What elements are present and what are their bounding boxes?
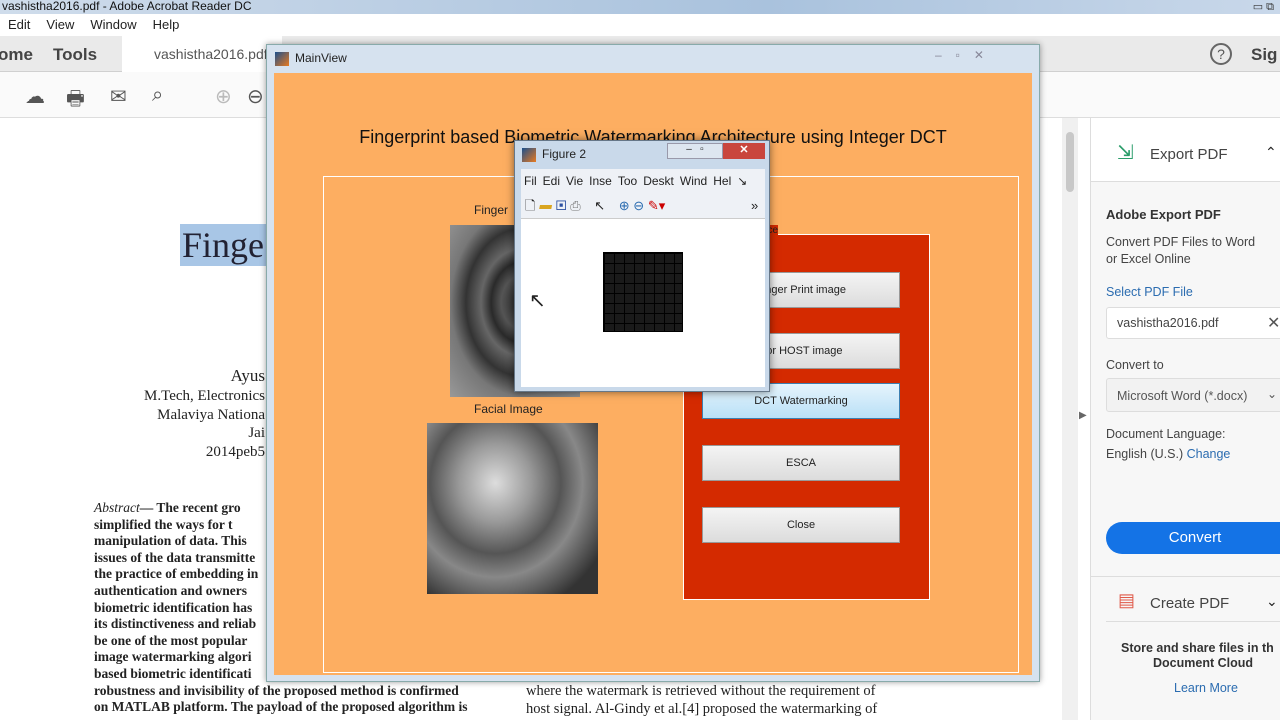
author-affil: M.Tech, Electronics <box>144 388 265 404</box>
matlab-icon <box>522 148 536 162</box>
figure-2-window: Figure 2 – ▫ ✕ Fil Edi Vie Inse Too Deskt Wind… <box>514 140 770 392</box>
page-up-icon[interactable]: ⊕ <box>215 84 232 109</box>
close-icon[interactable]: ✕ <box>1267 313 1280 333</box>
menu-view[interactable]: View <box>46 17 74 32</box>
chevron-up-icon[interactable]: ⌃ <box>1265 144 1277 161</box>
menu-bar: Edit View Window Help <box>0 14 1280 36</box>
pointer-icon[interactable]: ↖ <box>594 198 605 213</box>
zoom-in-icon[interactable]: ⊕ <box>619 198 630 213</box>
right-column-text: where the watermark is retrieved without… <box>526 682 877 718</box>
menu-overflow-icon[interactable]: ↘ <box>737 174 747 188</box>
body-line: where the watermark is retrieved without… <box>526 683 876 699</box>
esca-button[interactable]: ESCA <box>702 445 900 481</box>
abstract-line: — The recent gro <box>139 500 241 515</box>
create-pdf-title: Create PDF <box>1150 595 1230 612</box>
language-label: Document Language: <box>1106 427 1226 441</box>
format-select[interactable]: Microsoft Word (*.docx) ⌄ <box>1106 378 1280 412</box>
upload-cloud-icon[interactable]: ☁ <box>25 84 45 109</box>
menu-help[interactable]: Help <box>153 17 180 32</box>
menu-edit[interactable]: Edit <box>8 17 30 32</box>
tab-document[interactable]: vashistha2016.pdf <box>122 36 282 72</box>
export-description: or Excel Online <box>1106 252 1191 266</box>
abstract-label: Abstract <box>94 500 140 515</box>
convert-to-label: Convert to <box>1106 358 1164 372</box>
figure-menu-help[interactable]: Hel <box>713 174 731 188</box>
cloud-promo-text: Document Cloud <box>1153 656 1253 670</box>
figure-title: Figure 2 <box>542 147 587 161</box>
author-name: Ayus <box>230 366 265 385</box>
figure-menu-view[interactable]: Vie <box>566 174 583 188</box>
format-selected: Microsoft Word (*.docx) <box>1117 389 1248 403</box>
help-icon[interactable]: ? <box>1210 43 1232 65</box>
window-title: MainView <box>295 51 347 65</box>
tab-home[interactable]: ome <box>0 45 33 65</box>
print-icon[interactable]: ⎙ <box>570 198 580 213</box>
dct-block-image <box>603 252 683 332</box>
facial-image-label: Facial Image <box>474 402 543 416</box>
figure-menu-insert[interactable]: Inse <box>589 174 612 188</box>
tab-tools[interactable]: Tools <box>53 45 97 65</box>
close-icon[interactable]: ✕ <box>723 143 765 159</box>
change-language-link[interactable]: Change <box>1187 447 1231 461</box>
chevron-down-icon: ⌄ <box>1267 387 1278 401</box>
matlab-icon <box>275 52 289 66</box>
menu-window[interactable]: Window <box>90 17 136 32</box>
search-icon[interactable]: ⌕ <box>152 84 163 107</box>
export-description: Convert PDF Files to Word <box>1106 235 1256 249</box>
paper-title: Finge <box>180 224 267 266</box>
figure-menu-edit[interactable]: Edi <box>543 174 560 188</box>
zoom-out-icon[interactable]: ⊖ <box>633 198 644 213</box>
chevron-down-icon: ⌄ <box>1266 593 1278 609</box>
page-down-icon[interactable]: ⊖ <box>247 84 264 109</box>
convert-button[interactable]: Convert <box>1106 522 1280 554</box>
export-pdf-title: Export PDF <box>1150 146 1228 163</box>
author-inst: Malaviya Nationa <box>157 407 265 423</box>
select-pdf-file-link[interactable]: Select PDF File <box>1106 285 1193 299</box>
fingerprint-label: Finger <box>474 203 509 217</box>
minimize-maximize-buttons[interactable]: – ▫ <box>667 143 723 159</box>
selected-file-field[interactable]: vashistha2016.pdf ✕ <box>1106 307 1280 339</box>
adobe-export-heading: Adobe Export PDF <box>1106 207 1221 222</box>
app-title-bar: vashistha2016.pdf - Adobe Acrobat Reader… <box>0 0 1280 14</box>
brush-icon[interactable]: ✎▾ <box>648 198 665 213</box>
figure-menu-bar: Fil Edi Vie Inse Too Deskt Wind Hel ↘ <box>521 169 765 193</box>
panel-toggle-icon[interactable]: ▶ <box>1079 410 1087 421</box>
abstract-line: on MATLAB platform. The payload of the p… <box>94 699 468 715</box>
close-button[interactable]: Close <box>702 507 900 543</box>
figure-menu-tools[interactable]: Too <box>618 174 637 188</box>
figure-canvas <box>521 219 765 387</box>
body-line: host signal. Al-Gindy et al.[4] proposed… <box>526 701 878 717</box>
window-controls[interactable]: –▫✕ <box>935 48 998 62</box>
learn-more-link[interactable]: Learn More <box>1174 681 1238 695</box>
figure-menu-file[interactable]: Fil <box>524 174 537 188</box>
mail-icon[interactable]: ✉ <box>110 84 127 109</box>
save-icon[interactable]: ▣ <box>556 198 567 213</box>
author-email: 2014peb5 <box>205 444 265 460</box>
create-pdf-icon: ▤ <box>1118 590 1136 610</box>
document-scrollbar[interactable] <box>1062 118 1078 720</box>
language-value: English (U.S.) <box>1106 447 1184 461</box>
print-icon[interactable]: 🖶 <box>66 84 85 118</box>
window-controls[interactable]: ▭ ⧉ <box>1253 0 1274 14</box>
mouse-cursor: ↖ <box>529 290 546 312</box>
figure-menu-desktop[interactable]: Deskt <box>643 174 674 188</box>
open-file-icon[interactable]: ▰ <box>539 198 552 213</box>
selected-file-name: vashistha2016.pdf <box>1117 316 1219 330</box>
export-pdf-icon: ⇲ <box>1117 142 1134 164</box>
right-panel: ⇲ Export PDF ⌃ Adobe Export PDF Convert … <box>1090 118 1280 720</box>
figure-menu-window[interactable]: Wind <box>680 174 707 188</box>
sign-in-link[interactable]: Sig <box>1251 45 1277 65</box>
create-pdf-header[interactable]: ▤ Create PDF ⌄ <box>1106 584 1280 622</box>
abstract-line: robustness and invisibility of the propo… <box>94 682 459 698</box>
figure-toolbar: 🗋 ▰ ▣ ⎙ ↖ ⊕ ⊖ ✎▾ » <box>521 193 765 219</box>
export-pdf-header[interactable]: ⇲ Export PDF ⌃ <box>1091 118 1280 182</box>
cloud-promo-text: Store and share files in th <box>1121 641 1274 655</box>
toolbar-overflow-icon[interactable]: » <box>751 193 758 219</box>
facial-image <box>427 423 598 594</box>
new-figure-icon[interactable]: 🗋 <box>525 198 535 213</box>
scroll-thumb[interactable] <box>1066 132 1074 192</box>
author-city: Jai <box>248 425 265 441</box>
